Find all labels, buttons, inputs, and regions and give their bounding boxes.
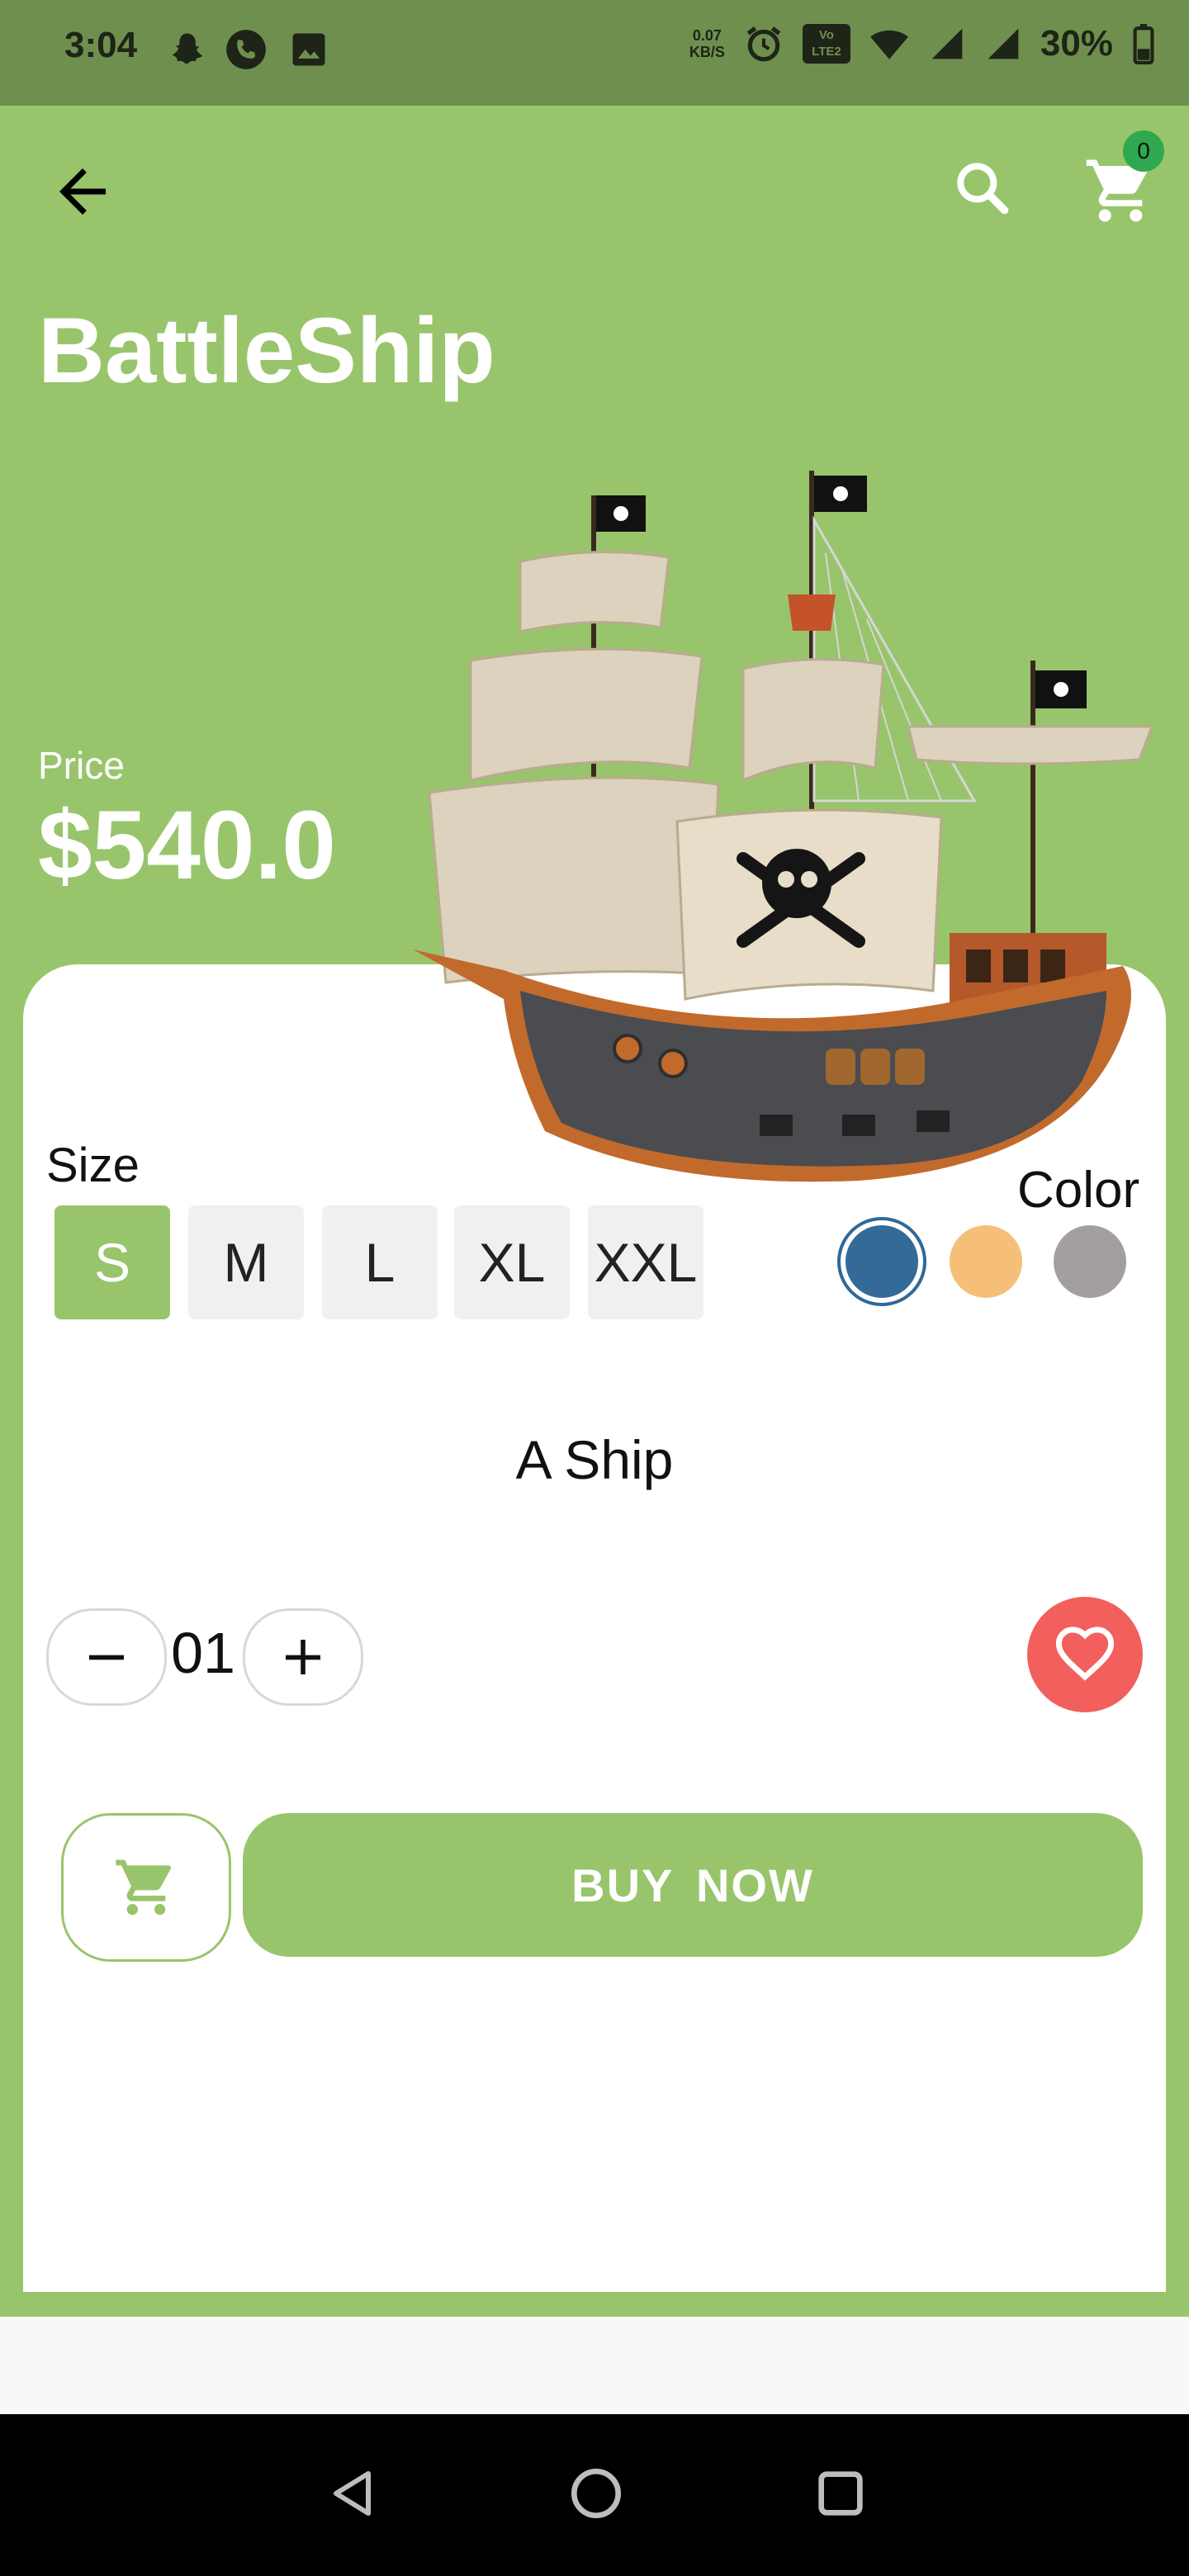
- cart-count-badge: 0: [1123, 130, 1164, 172]
- nav-recents-icon[interactable]: [808, 2460, 874, 2526]
- quantity-increase-button[interactable]: [243, 1608, 363, 1706]
- wifi-icon: [870, 30, 908, 59]
- product-image-ship: [413, 471, 1154, 1182]
- battery-icon: [1133, 24, 1154, 64]
- quantity-decrease-button[interactable]: [46, 1608, 167, 1706]
- size-option-l[interactable]: L: [322, 1205, 438, 1319]
- add-to-cart-button[interactable]: [61, 1813, 231, 1962]
- price-label: Price: [38, 744, 125, 787]
- lte-label: LTE2: [812, 45, 841, 59]
- status-right-group: 0.07 KB/S Vo LTE2 30%: [689, 23, 1156, 64]
- color-label: Color: [1017, 1162, 1140, 1219]
- product-title: BattleShip: [38, 299, 495, 402]
- price-value: $540.0: [38, 791, 336, 900]
- nav-back-icon[interactable]: [324, 2460, 383, 2526]
- net-speed-value: 0.07: [692, 27, 722, 44]
- buy-now-button[interactable]: BUY NOW: [243, 1813, 1143, 1957]
- search-icon[interactable]: [950, 155, 1016, 221]
- plus-icon: [286, 1640, 320, 1674]
- minus-icon: [89, 1655, 124, 1660]
- back-arrow-icon[interactable]: [48, 157, 117, 226]
- size-option-m[interactable]: M: [188, 1205, 304, 1319]
- size-option-xxl[interactable]: XXL: [588, 1205, 703, 1319]
- volte-lte-icon: Vo LTE2: [802, 24, 850, 64]
- product-description: A Ship: [515, 1429, 674, 1490]
- color-swatch-orange[interactable]: [950, 1225, 1022, 1298]
- size-label: Size: [46, 1139, 140, 1192]
- battery-percent: 30%: [1040, 23, 1113, 64]
- status-bar: 3:04 0.07 KB/S Vo LTE2 30%: [0, 0, 1189, 106]
- phone-call-icon: [226, 30, 266, 69]
- size-option-s[interactable]: S: [54, 1205, 170, 1319]
- status-time: 3:04: [64, 25, 138, 65]
- add-to-cart-icon: [116, 1859, 171, 1915]
- heart-icon: [1055, 1627, 1115, 1681]
- size-option-xl[interactable]: XL: [454, 1205, 570, 1319]
- snapchat-icon: [172, 33, 203, 64]
- signal-icon: [931, 28, 963, 59]
- bottom-strip: [0, 2317, 1189, 2414]
- panel-bottom-border: [0, 2292, 1189, 2317]
- net-speed-unit: KB/S: [689, 44, 725, 60]
- alarm-icon: [746, 26, 781, 62]
- nav-home-icon[interactable]: [563, 2460, 629, 2526]
- color-swatch-blue[interactable]: [846, 1225, 918, 1298]
- favorite-button[interactable]: [1027, 1597, 1143, 1712]
- system-navigation-bar: [0, 2414, 1189, 2576]
- gallery-icon: [292, 33, 325, 66]
- quantity-value: 01: [171, 1621, 235, 1685]
- color-swatch-gray[interactable]: [1054, 1225, 1126, 1298]
- signal-roaming-icon: [988, 28, 1019, 59]
- net-speed: 0.07 KB/S: [689, 27, 725, 60]
